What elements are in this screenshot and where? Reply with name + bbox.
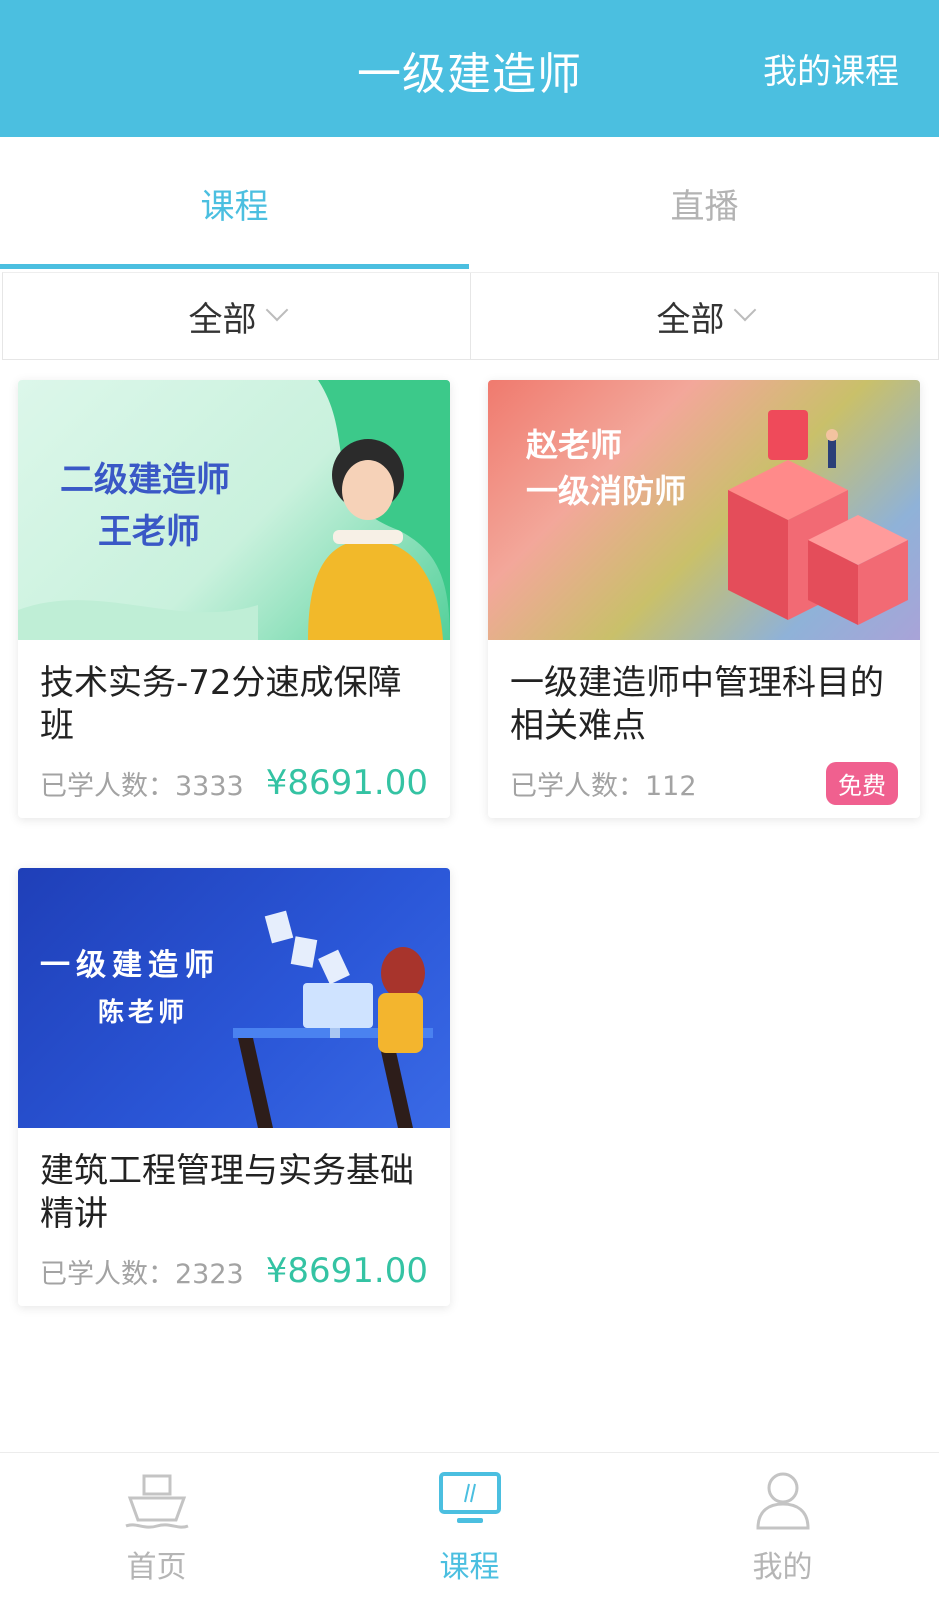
course-meta: 已学人数：112 免费 [488,748,920,818]
nav-mine-label: 我的 [752,1550,813,1585]
ship-icon [124,1474,189,1529]
course-price: ¥8691.00 [265,763,428,803]
thumbnail-art [233,910,433,1128]
learner-count: 已学人数：3333 [40,770,244,802]
course-card[interactable]: 二级建造师 王老师 技术实务-72分速成保障班 已学人数：3333 ¥8691.… [18,380,450,818]
filter-dropdown-1[interactable]: 全部 [3,273,470,359]
course-meta: 已学人数：2323 ¥8691.00 [18,1236,450,1306]
thumbnail-teacher: 赵老师 [526,426,623,464]
thumbnail-title: 一级消防师 [526,472,687,510]
tab-courses[interactable]: 课程 [0,137,469,269]
thumbnail-title: 二级建造师 [60,460,230,500]
my-courses-link[interactable]: 我的课程 [763,44,899,93]
course-title: 技术实务-72分速成保障班 [40,663,402,746]
course-card[interactable]: 一级建造师 陈老师 建筑工程管理与实务基础精讲 已学人数：2323 ¥8691.… [18,868,450,1306]
course-title: 一级建造师中管理科目的相关难点 [510,663,884,746]
tab-bar: 课程 直播 [0,137,939,269]
course-meta: 已学人数：3333 ¥8691.00 [18,748,450,818]
tab-live-label: 直播 [670,186,739,227]
bottom-navigation: 首页 课程 我的 [0,1452,939,1601]
nav-courses[interactable]: 课程 [313,1453,626,1601]
course-thumbnail: 二级建造师 王老师 [18,380,450,640]
course-card[interactable]: 赵老师 一级消防师 一级建造师中管理科目的相关难点 已学人数：112 免费 [488,380,920,818]
nav-courses-label: 课程 [439,1550,500,1585]
app-header: 一级建造师 我的课程 [0,0,939,137]
course-thumbnail: 赵老师 一级消防师 [488,380,920,640]
chevron-down-icon [265,298,288,322]
filter-1-label: 全部 [188,299,257,340]
user-icon [755,1472,810,1530]
filter-2-label: 全部 [656,299,725,340]
monitor-icon [438,1472,501,1523]
nav-home[interactable]: 首页 [0,1453,313,1601]
active-tab-indicator [0,264,469,269]
thumbnail-title: 一级建造师 [40,948,220,983]
chevron-down-icon [733,298,756,322]
nav-mine[interactable]: 我的 [626,1453,939,1601]
course-thumbnail: 一级建造师 陈老师 [18,868,450,1128]
learner-count: 已学人数：2323 [40,1258,244,1290]
thumbnail-art [18,380,450,640]
filter-dropdown-2[interactable]: 全部 [470,273,938,359]
learner-count: 已学人数：112 [510,770,697,802]
filter-bar: 全部 全部 [2,272,939,360]
free-badge: 免费 [826,761,898,805]
nav-home-label: 首页 [126,1550,187,1585]
tab-courses-label: 课程 [200,186,269,227]
tab-live[interactable]: 直播 [470,137,939,269]
thumbnail-teacher: 王老师 [98,512,200,552]
course-title: 建筑工程管理与实务基础精讲 [40,1151,414,1234]
course-price: ¥8691.00 [265,1251,428,1291]
thumbnail-teacher: 陈老师 [98,998,189,1028]
